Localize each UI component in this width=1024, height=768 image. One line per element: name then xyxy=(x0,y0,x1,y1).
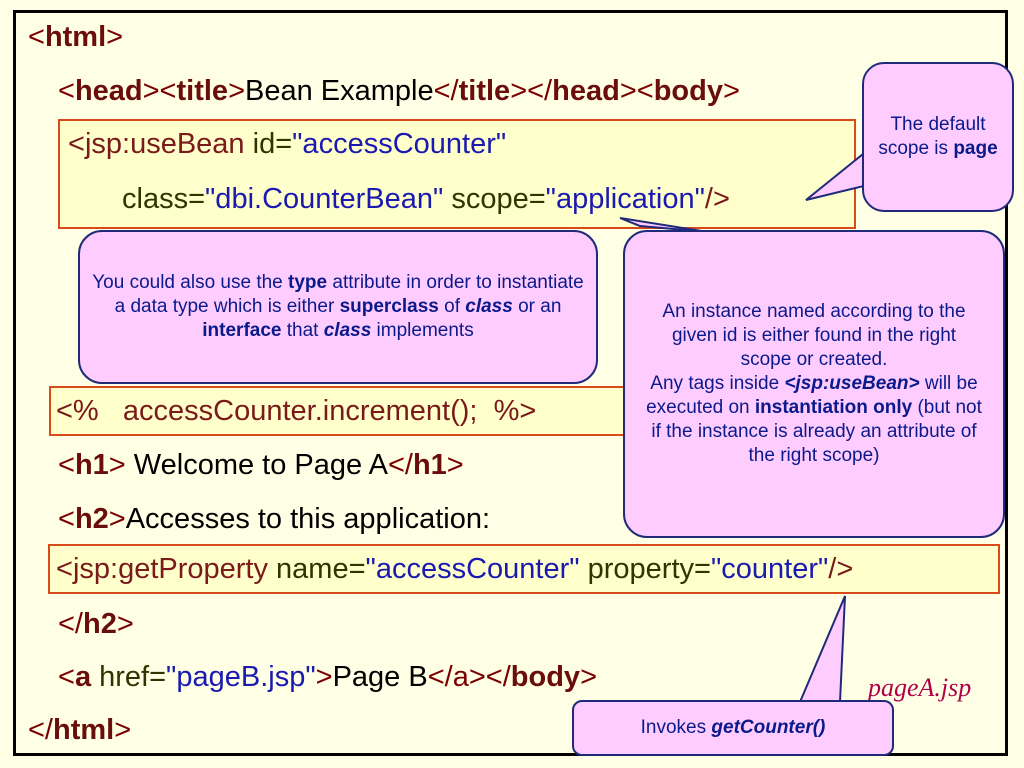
code-bracket: </ xyxy=(58,608,83,640)
code-text: Accesses to this application: xyxy=(125,503,491,535)
code-bracket: > xyxy=(228,75,245,107)
code-line-getproperty: <jsp:getProperty name="accessCounter" pr… xyxy=(56,552,853,586)
code-line-html-close: </html> xyxy=(28,713,131,747)
code-value: "counter" xyxy=(710,553,829,585)
code-line-h2-close: </h2> xyxy=(58,607,134,641)
callout-text: implements xyxy=(371,320,474,341)
code-bracket: </ xyxy=(433,75,459,107)
code-tag: body xyxy=(510,661,581,693)
code-scriptlet: <% accessCounter.increment(); %> xyxy=(56,395,537,427)
code-attr: id= xyxy=(252,128,293,160)
callout-bold-italic: class xyxy=(465,296,513,317)
callout-text: Invokes xyxy=(640,717,712,738)
callout-bold: interface xyxy=(202,320,282,341)
code-bracket: > xyxy=(114,714,132,746)
callout-text: Any tags inside xyxy=(650,373,785,394)
code-tag: h2 xyxy=(83,608,117,640)
code-jsp-tag: jsp:getProperty xyxy=(72,553,268,585)
code-text: Page B xyxy=(332,661,428,693)
code-bracket: < xyxy=(28,21,45,53)
code-line-usebean: <jsp:useBean id="accessCounter" xyxy=(68,127,506,161)
code-text: Welcome to Page A xyxy=(125,449,388,481)
code-bracket: > xyxy=(116,608,134,640)
code-bracket: < xyxy=(68,128,85,160)
code-bracket: </ xyxy=(387,449,413,481)
callout-text: of xyxy=(438,296,466,317)
callout-bold-italic: <jsp:useBean> xyxy=(784,373,920,394)
code-line-head: <head><title>Bean Example</title></head>… xyxy=(58,74,740,108)
code-bracket: > xyxy=(108,449,126,481)
code-bracket: /> xyxy=(704,183,730,215)
code-line-h2-open: <h2>Accesses to this application: xyxy=(58,502,490,536)
callout-bold: page xyxy=(953,138,998,159)
code-bracket: > xyxy=(722,75,740,107)
code-bracket: > xyxy=(446,449,464,481)
callout-text: You could also use the xyxy=(92,272,289,293)
code-bracket: < xyxy=(58,503,75,535)
code-line-scriptlet: <% accessCounter.increment(); %> xyxy=(56,394,536,428)
code-value: "dbi.CounterBean" xyxy=(205,183,444,215)
code-attr: name= xyxy=(276,553,366,585)
code-line-usebean-class: class="dbi.CounterBean" scope="applicati… xyxy=(122,182,730,216)
code-bracket: ></ xyxy=(510,75,553,107)
type-attribute-callout: You could also use the type attribute in… xyxy=(78,230,598,384)
code-line-anchor: <a href="pageB.jsp">Page B</a></body> xyxy=(58,660,597,694)
code-bracket: < xyxy=(58,449,75,481)
instance-callout: An instance named according to the given… xyxy=(623,230,1005,538)
callout-bold: superclass xyxy=(339,296,439,317)
code-tag: a xyxy=(452,661,469,693)
code-line-html-open: <html> xyxy=(28,20,123,54)
callout-bold-italic: class xyxy=(323,320,372,341)
code-attr: property= xyxy=(587,553,711,585)
code-tag: h2 xyxy=(74,503,109,535)
code-bracket: >< xyxy=(619,75,654,107)
code-bracket: < xyxy=(56,553,73,585)
code-bracket: > xyxy=(315,661,333,693)
code-bracket: </ xyxy=(28,714,53,746)
code-bracket: < xyxy=(58,661,75,693)
code-attr: scope= xyxy=(451,183,546,215)
default-scope-callout: The default scope is page xyxy=(862,62,1014,212)
code-bracket: ></ xyxy=(468,661,511,693)
code-bracket: > xyxy=(106,21,124,53)
code-tag: h1 xyxy=(412,449,447,481)
code-tag: title xyxy=(176,75,229,107)
code-tag: html xyxy=(44,21,107,53)
callout-text: An instance named according to the given… xyxy=(662,301,966,370)
code-tag: html xyxy=(53,714,115,746)
callout-bold: instantiation only xyxy=(754,397,913,418)
code-value: "pageB.jsp" xyxy=(166,661,316,693)
callout-bold: type xyxy=(288,272,328,293)
code-line-h1: <h1> Welcome to Page A</h1> xyxy=(58,448,464,482)
code-tag: body xyxy=(653,75,723,107)
code-tag: head xyxy=(552,75,620,107)
callout-bold-italic: getCounter() xyxy=(711,717,826,738)
code-tag: a xyxy=(74,661,92,693)
code-tag: head xyxy=(74,75,143,107)
code-attr: class= xyxy=(122,183,206,215)
code-attr: href= xyxy=(91,661,167,693)
code-bracket: > xyxy=(108,503,126,535)
code-bracket: >< xyxy=(142,75,177,107)
callout-text: that xyxy=(281,320,324,341)
code-bracket: < xyxy=(58,75,75,107)
filename-label: pageA.jsp xyxy=(868,673,972,702)
code-bracket: /> xyxy=(828,553,854,585)
invokes-callout: Invokes getCounter() xyxy=(572,700,894,756)
code-tag: title xyxy=(458,75,511,107)
code-jsp-tag: jsp:useBean xyxy=(84,128,245,160)
code-value: "accessCounter" xyxy=(365,553,580,585)
code-bracket: </ xyxy=(427,661,453,693)
code-tag: h1 xyxy=(74,449,109,481)
code-bracket: > xyxy=(580,661,597,693)
code-text: Bean Example xyxy=(245,75,434,107)
callout-text: or an xyxy=(512,296,562,317)
code-value: "application" xyxy=(545,183,705,215)
code-value: "accessCounter" xyxy=(292,128,507,160)
